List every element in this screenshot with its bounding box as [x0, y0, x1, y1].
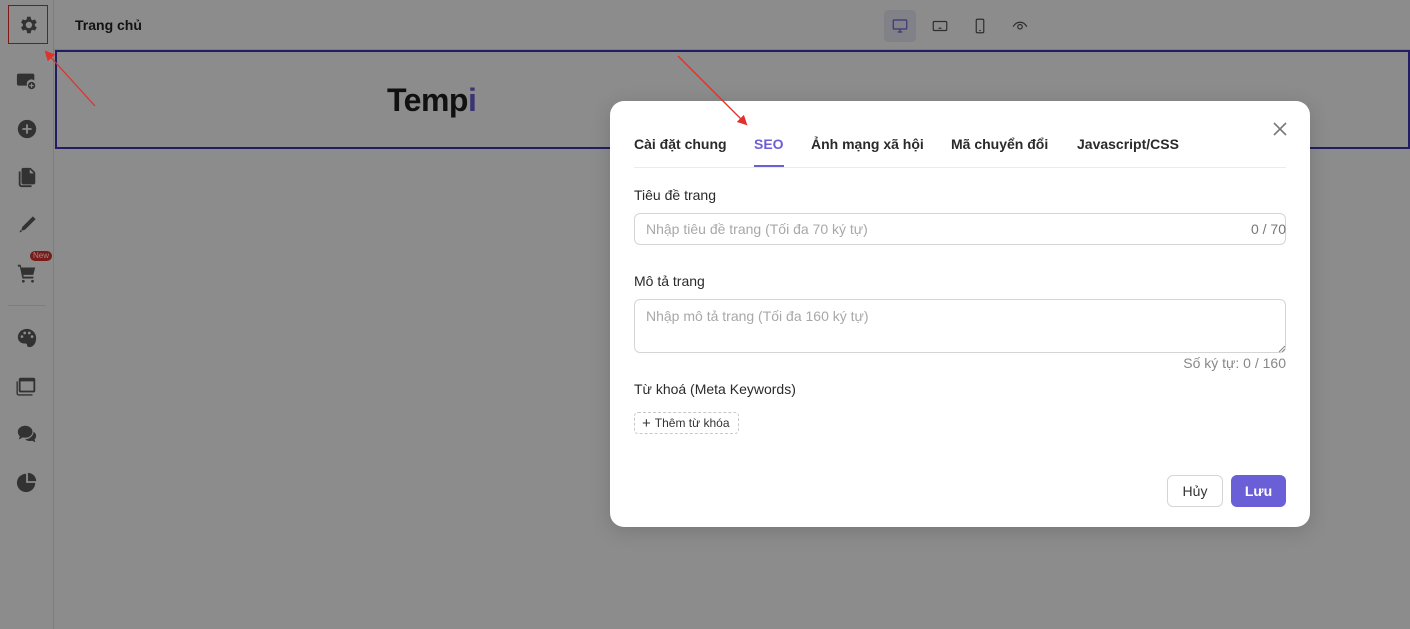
- settings-tabs: Cài đặt chung SEO Ảnh mạng xã hội Mã chu…: [634, 128, 1286, 168]
- add-keyword-label: Thêm từ khóa: [654, 416, 730, 430]
- tab-social-image[interactable]: Ảnh mạng xã hội: [811, 136, 924, 167]
- keywords-label: Từ khoá (Meta Keywords): [634, 381, 796, 397]
- description-label: Mô tả trang: [634, 273, 705, 289]
- page-title-counter: 0 / 70: [1250, 221, 1286, 237]
- tab-conversion-code[interactable]: Mã chuyển đổi: [951, 136, 1048, 167]
- cancel-button[interactable]: Hủy: [1167, 475, 1223, 507]
- tab-javascript-css[interactable]: Javascript/CSS: [1077, 136, 1179, 167]
- page-title-label: Tiêu đề trang: [634, 187, 716, 203]
- tab-general[interactable]: Cài đặt chung: [634, 136, 727, 167]
- description-counter: Số ký tự: 0 / 160: [1183, 355, 1286, 371]
- save-button[interactable]: Lưu: [1231, 475, 1286, 507]
- page-settings-modal: Cài đặt chung SEO Ảnh mạng xã hội Mã chu…: [610, 101, 1310, 527]
- plus-icon: +: [642, 414, 651, 432]
- add-keyword-button[interactable]: + Thêm từ khóa: [634, 412, 739, 434]
- resize-grip-icon[interactable]: [1278, 345, 1286, 353]
- page-title-input[interactable]: [634, 213, 1286, 245]
- tab-seo[interactable]: SEO: [754, 136, 784, 167]
- description-textarea[interactable]: [634, 299, 1286, 353]
